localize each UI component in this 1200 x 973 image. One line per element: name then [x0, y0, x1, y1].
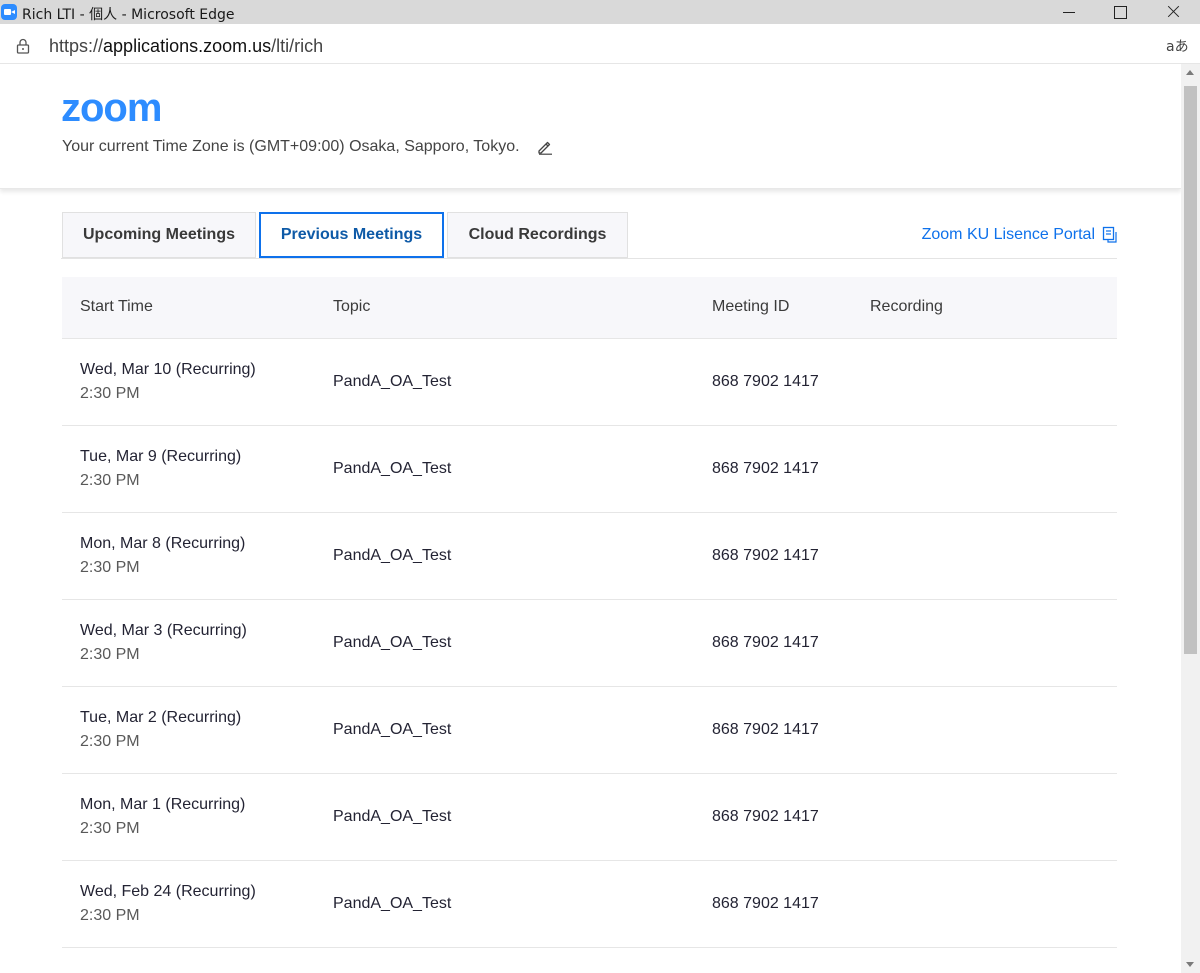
- meeting-date: Tue, Mar 9 (Recurring): [80, 448, 242, 465]
- url-field[interactable]: https://applications.zoom.us/lti/rich: [49, 36, 323, 57]
- meeting-date: Wed, Mar 3 (Recurring): [80, 622, 247, 639]
- scroll-up-arrow-icon[interactable]: [1186, 70, 1194, 75]
- window-title: Rich LTI - 個人 - Microsoft Edge: [22, 7, 235, 23]
- meetings-table: Start Time Topic Meeting ID Recording We…: [62, 277, 1117, 948]
- table-row[interactable]: Tue, Mar 9 (Recurring) 2:30 PM PandA_OA_…: [62, 426, 1117, 513]
- document-icon[interactable]: [1102, 226, 1117, 243]
- table-row[interactable]: Mon, Mar 8 (Recurring) 2:30 PM PandA_OA_…: [62, 513, 1117, 600]
- read-aloud-icon[interactable]: aあ: [1166, 36, 1189, 56]
- meeting-date: Wed, Feb 24 (Recurring): [80, 883, 256, 900]
- meeting-time: 2:30 PM: [80, 559, 140, 576]
- minimize-button[interactable]: [1047, 0, 1093, 24]
- table-row[interactable]: Mon, Mar 1 (Recurring) 2:30 PM PandA_OA_…: [62, 774, 1117, 861]
- meeting-topic[interactable]: PandA_OA_Test: [333, 808, 451, 826]
- meeting-topic[interactable]: PandA_OA_Test: [333, 634, 451, 652]
- table-row[interactable]: Tue, Mar 2 (Recurring) 2:30 PM PandA_OA_…: [62, 687, 1117, 774]
- meeting-date: Tue, Mar 2 (Recurring): [80, 709, 242, 726]
- meeting-topic[interactable]: PandA_OA_Test: [333, 373, 451, 391]
- zoom-app-icon: [1, 4, 17, 20]
- meeting-tabs: Upcoming Meetings Previous Meetings Clou…: [61, 212, 1117, 259]
- url-path: /lti/rich: [271, 36, 324, 56]
- page-header: zoom Your current Time Zone is (GMT+09:0…: [0, 64, 1181, 189]
- tab-upcoming-meetings[interactable]: Upcoming Meetings: [62, 212, 256, 258]
- meeting-topic[interactable]: PandA_OA_Test: [333, 547, 451, 565]
- table-row[interactable]: Wed, Mar 3 (Recurring) 2:30 PM PandA_OA_…: [62, 600, 1117, 687]
- meeting-time: 2:30 PM: [80, 472, 140, 489]
- close-button[interactable]: [1150, 0, 1196, 24]
- pencil-icon[interactable]: [537, 139, 553, 155]
- table-row[interactable]: Wed, Mar 10 (Recurring) 2:30 PM PandA_OA…: [62, 339, 1117, 426]
- tab-previous-meetings[interactable]: Previous Meetings: [259, 212, 444, 258]
- meeting-id: 868 7902 1417: [712, 373, 819, 390]
- zoom-logo: zoom: [61, 86, 162, 130]
- url-prefix: https://: [49, 36, 104, 56]
- meeting-id: 868 7902 1417: [712, 634, 819, 651]
- meeting-topic[interactable]: PandA_OA_Test: [333, 460, 451, 478]
- meeting-date: Wed, Mar 10 (Recurring): [80, 361, 256, 378]
- meeting-id: 868 7902 1417: [712, 547, 819, 564]
- page-scrollbar[interactable]: [1181, 64, 1200, 973]
- meeting-id: 868 7902 1417: [712, 721, 819, 738]
- header-start-time[interactable]: Start Time: [80, 298, 153, 316]
- header-meeting-id: Meeting ID: [712, 298, 790, 315]
- header-recording: Recording: [870, 298, 943, 315]
- meeting-id: 868 7902 1417: [712, 460, 819, 477]
- maximize-button[interactable]: [1097, 0, 1143, 24]
- timezone-text: Your current Time Zone is (GMT+09:00) Os…: [62, 138, 520, 155]
- meeting-id: 868 7902 1417: [712, 895, 819, 912]
- url-host: applications.zoom.us: [103, 36, 272, 56]
- meeting-time: 2:30 PM: [80, 733, 140, 750]
- license-portal-link[interactable]: Zoom KU Lisence Portal: [922, 226, 1095, 244]
- table-row[interactable]: Wed, Feb 24 (Recurring) 2:30 PM PandA_OA…: [62, 861, 1117, 948]
- window-title-bar: Rich LTI - 個人 - Microsoft Edge: [0, 0, 1200, 24]
- meeting-topic[interactable]: PandA_OA_Test: [333, 895, 451, 913]
- meeting-time: 2:30 PM: [80, 646, 140, 663]
- meeting-date: Mon, Mar 8 (Recurring): [80, 535, 246, 552]
- meeting-date: Mon, Mar 1 (Recurring): [80, 796, 246, 813]
- meeting-topic[interactable]: PandA_OA_Test: [333, 721, 451, 739]
- scroll-down-arrow-icon[interactable]: [1186, 962, 1194, 967]
- address-bar: https://applications.zoom.us/lti/rich aあ: [0, 24, 1200, 64]
- header-topic: Topic: [333, 298, 371, 315]
- table-header: Start Time Topic Meeting ID Recording: [62, 277, 1117, 339]
- meeting-time: 2:30 PM: [80, 820, 140, 837]
- scroll-thumb[interactable]: [1184, 86, 1197, 654]
- meeting-time: 2:30 PM: [80, 385, 140, 402]
- meeting-id: 868 7902 1417: [712, 808, 819, 825]
- meeting-time: 2:30 PM: [80, 907, 140, 924]
- lock-icon[interactable]: [16, 38, 30, 54]
- tab-cloud-recordings[interactable]: Cloud Recordings: [447, 212, 628, 258]
